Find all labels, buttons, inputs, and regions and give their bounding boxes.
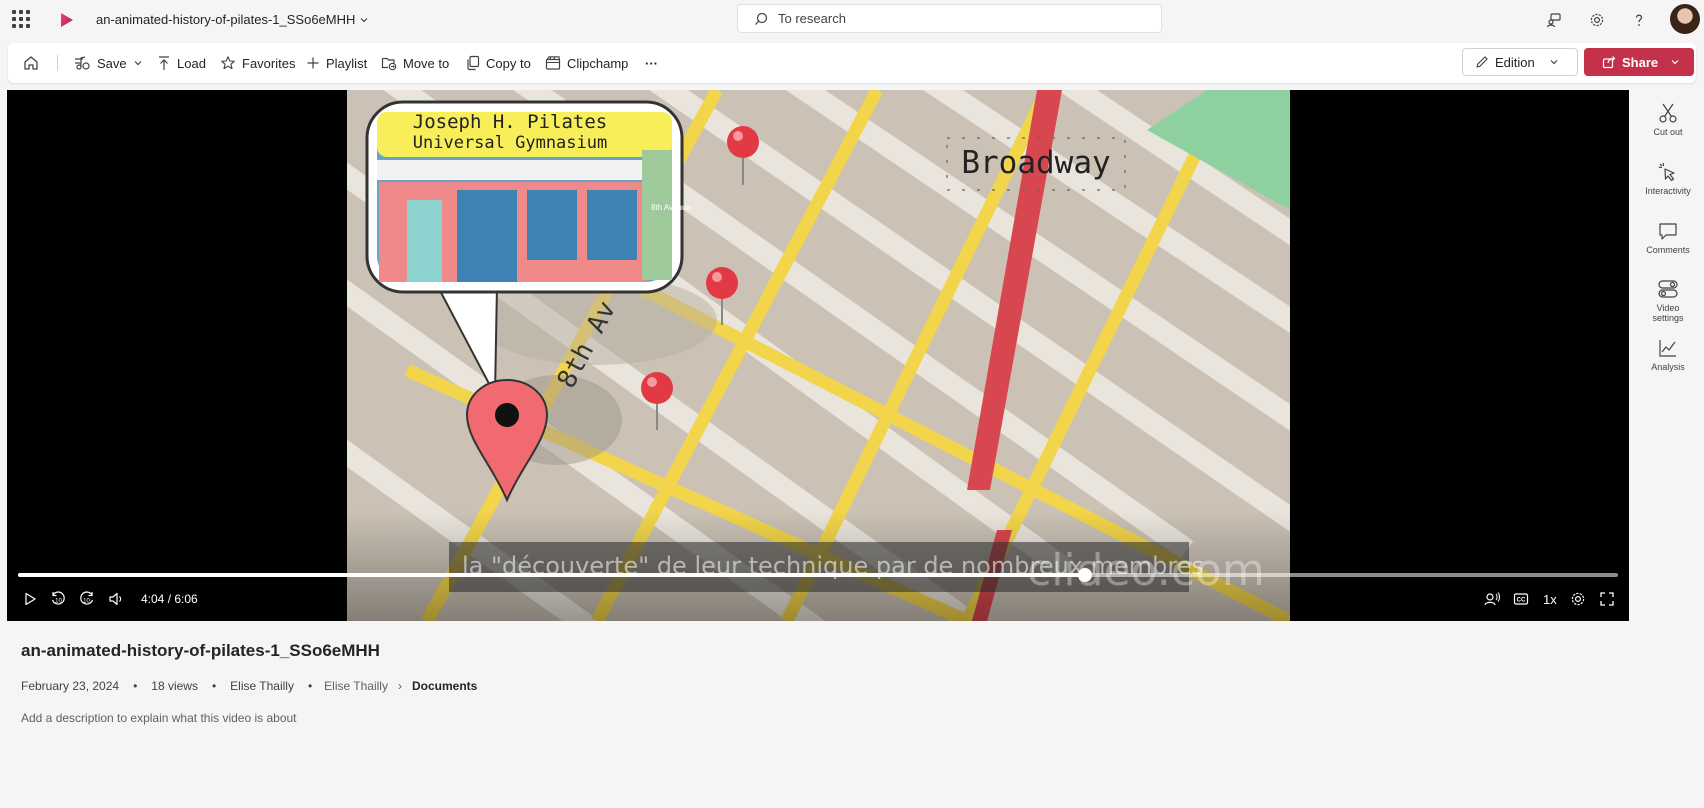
avenue-sign: 8th Avenue — [651, 203, 691, 212]
toolbar-divider — [57, 55, 58, 71]
chevron-down-icon — [1671, 60, 1679, 65]
save-label: Save — [97, 55, 127, 71]
favorites-button[interactable]: Favorites — [220, 43, 295, 83]
copy-icon — [467, 55, 480, 71]
rail-cut-out-label: Cut out — [1653, 127, 1683, 137]
gear-icon[interactable] — [1586, 9, 1608, 31]
toggle-settings-icon — [1658, 280, 1678, 298]
chevron-right-icon: › — [397, 679, 402, 693]
rail-interactivity-label: Interactivity — [1645, 186, 1691, 196]
rail-comments-label: Comments — [1646, 245, 1690, 255]
more-options-button[interactable]: ··· — [645, 43, 658, 83]
progress-bar[interactable] — [18, 568, 1618, 582]
share-icon — [1602, 56, 1616, 69]
playlist-button[interactable]: Playlist — [306, 43, 367, 83]
broadway-label: Broadway — [961, 145, 1110, 181]
clipchamp-icon — [545, 56, 561, 70]
rail-video-settings-line2: settings — [1652, 313, 1684, 323]
move-to-button[interactable]: Move to — [381, 43, 449, 83]
comment-icon — [1659, 223, 1677, 240]
search-placeholder: To research — [778, 11, 846, 26]
sign-line-1: Joseph H. Pilates — [413, 111, 607, 133]
rail-video-settings-line1: Video — [1656, 303, 1680, 313]
more-label: ··· — [645, 55, 658, 71]
breadcrumb-folder[interactable]: Documents — [412, 679, 477, 693]
avatar[interactable] — [1670, 4, 1700, 34]
home-icon — [24, 56, 38, 70]
star-icon — [221, 56, 235, 70]
separator-dot: • — [211, 679, 217, 693]
pencil-icon — [1476, 56, 1488, 68]
video-title: an-animated-history-of-pilates-1_SSo6eMH… — [21, 641, 380, 660]
cursor-click-icon — [1658, 162, 1675, 182]
fullscreen-icon[interactable] — [1597, 589, 1617, 609]
video-player[interactable]: Joseph H. Pilates Universal Gymnasium 8t… — [7, 90, 1629, 621]
separator-dot: • — [133, 679, 138, 693]
chevron-down-icon — [1550, 60, 1558, 65]
rail-cut-out[interactable]: Cut out — [1636, 102, 1700, 137]
copy-to-label: Copy to — [486, 55, 531, 71]
file-title-dropdown[interactable]: an-animated-history-of-pilates-1_SSo6eMH… — [96, 12, 369, 27]
search-icon — [755, 12, 768, 25]
view-count: 18 views — [151, 679, 198, 693]
rail-video-settings-label: Video settings — [1652, 303, 1683, 323]
rail-analysis-label: Analysis — [1651, 362, 1685, 372]
upload-date: February 23, 2024 — [21, 679, 120, 693]
rail-interactivity[interactable]: Interactivity — [1636, 161, 1700, 196]
closed-captions-icon[interactable]: CC — [1511, 589, 1531, 609]
load-label: Load — [177, 55, 206, 71]
save-playlist-icon — [75, 56, 90, 70]
copy-to-button[interactable]: Copy to — [466, 43, 531, 83]
upload-icon — [159, 56, 169, 70]
share-screen-icon[interactable] — [1543, 9, 1565, 31]
help-icon[interactable] — [1628, 9, 1650, 31]
svg-text:CC: CC — [1517, 598, 1526, 604]
play-icon[interactable] — [20, 589, 40, 609]
scissors-icon — [1659, 103, 1677, 123]
stream-logo-icon[interactable] — [56, 10, 76, 30]
clipchamp-label: Clipchamp — [567, 55, 629, 71]
save-button[interactable]: Save — [73, 43, 143, 83]
top-bar: an-animated-history-of-pilates-1_SSo6eMH… — [0, 0, 1704, 40]
chevron-down-icon — [360, 17, 368, 22]
file-title-text: an-animated-history-of-pilates-1_SSo6eMH… — [96, 12, 356, 27]
playlist-label: Playlist — [326, 55, 368, 71]
rail-comments[interactable]: Comments — [1636, 220, 1700, 255]
edition-button[interactable]: Edition — [1462, 48, 1578, 76]
watermark: clideo.com — [1027, 545, 1265, 596]
breadcrumb-owner[interactable]: Elise Thailly — [324, 679, 388, 693]
forward-10-icon[interactable]: 10 — [77, 589, 97, 609]
gear-icon[interactable] — [1568, 589, 1588, 609]
time-display: 4:04 / 6:06 — [141, 592, 198, 606]
author-link[interactable]: Elise Thailly — [230, 679, 294, 693]
video-metadata: February 23, 2024 • 18 views • Elise Tha… — [21, 679, 477, 693]
app-launcher-icon[interactable] — [12, 10, 30, 28]
description-field[interactable]: Add a description to explain what this v… — [21, 711, 297, 725]
plus-icon — [307, 57, 319, 69]
svg-text:10: 10 — [83, 599, 90, 605]
progress-fill — [18, 573, 1086, 577]
playback-speed-button[interactable]: 1x — [1543, 592, 1557, 607]
analytics-icon — [1659, 340, 1676, 357]
chevron-down-icon — [134, 61, 142, 66]
search-box[interactable]: To research — [737, 4, 1162, 33]
separator-dot: • — [307, 679, 313, 693]
transcript-icon[interactable] — [1482, 589, 1502, 609]
svg-text:10: 10 — [55, 599, 62, 605]
clipchamp-button[interactable]: Clipchamp — [545, 43, 628, 83]
rewind-10-icon[interactable]: 10 — [48, 589, 68, 609]
move-to-label: Move to — [403, 55, 450, 71]
share-label: Share — [1622, 54, 1659, 70]
rail-video-settings[interactable]: Video settings — [1636, 278, 1700, 323]
edition-label: Edition — [1495, 54, 1535, 70]
load-button[interactable]: Load — [157, 43, 206, 83]
rail-analysis[interactable]: Analysis — [1636, 337, 1700, 372]
home-button[interactable] — [22, 43, 40, 83]
move-folder-icon — [381, 57, 397, 71]
sign-line-2: Universal Gymnasium — [413, 133, 607, 153]
volume-icon[interactable] — [106, 589, 126, 609]
share-button[interactable]: Share — [1584, 48, 1694, 76]
command-bar: Save Load Favorites Playlist Move to Cop… — [8, 43, 1696, 83]
favorites-label: Favorites — [242, 55, 296, 71]
